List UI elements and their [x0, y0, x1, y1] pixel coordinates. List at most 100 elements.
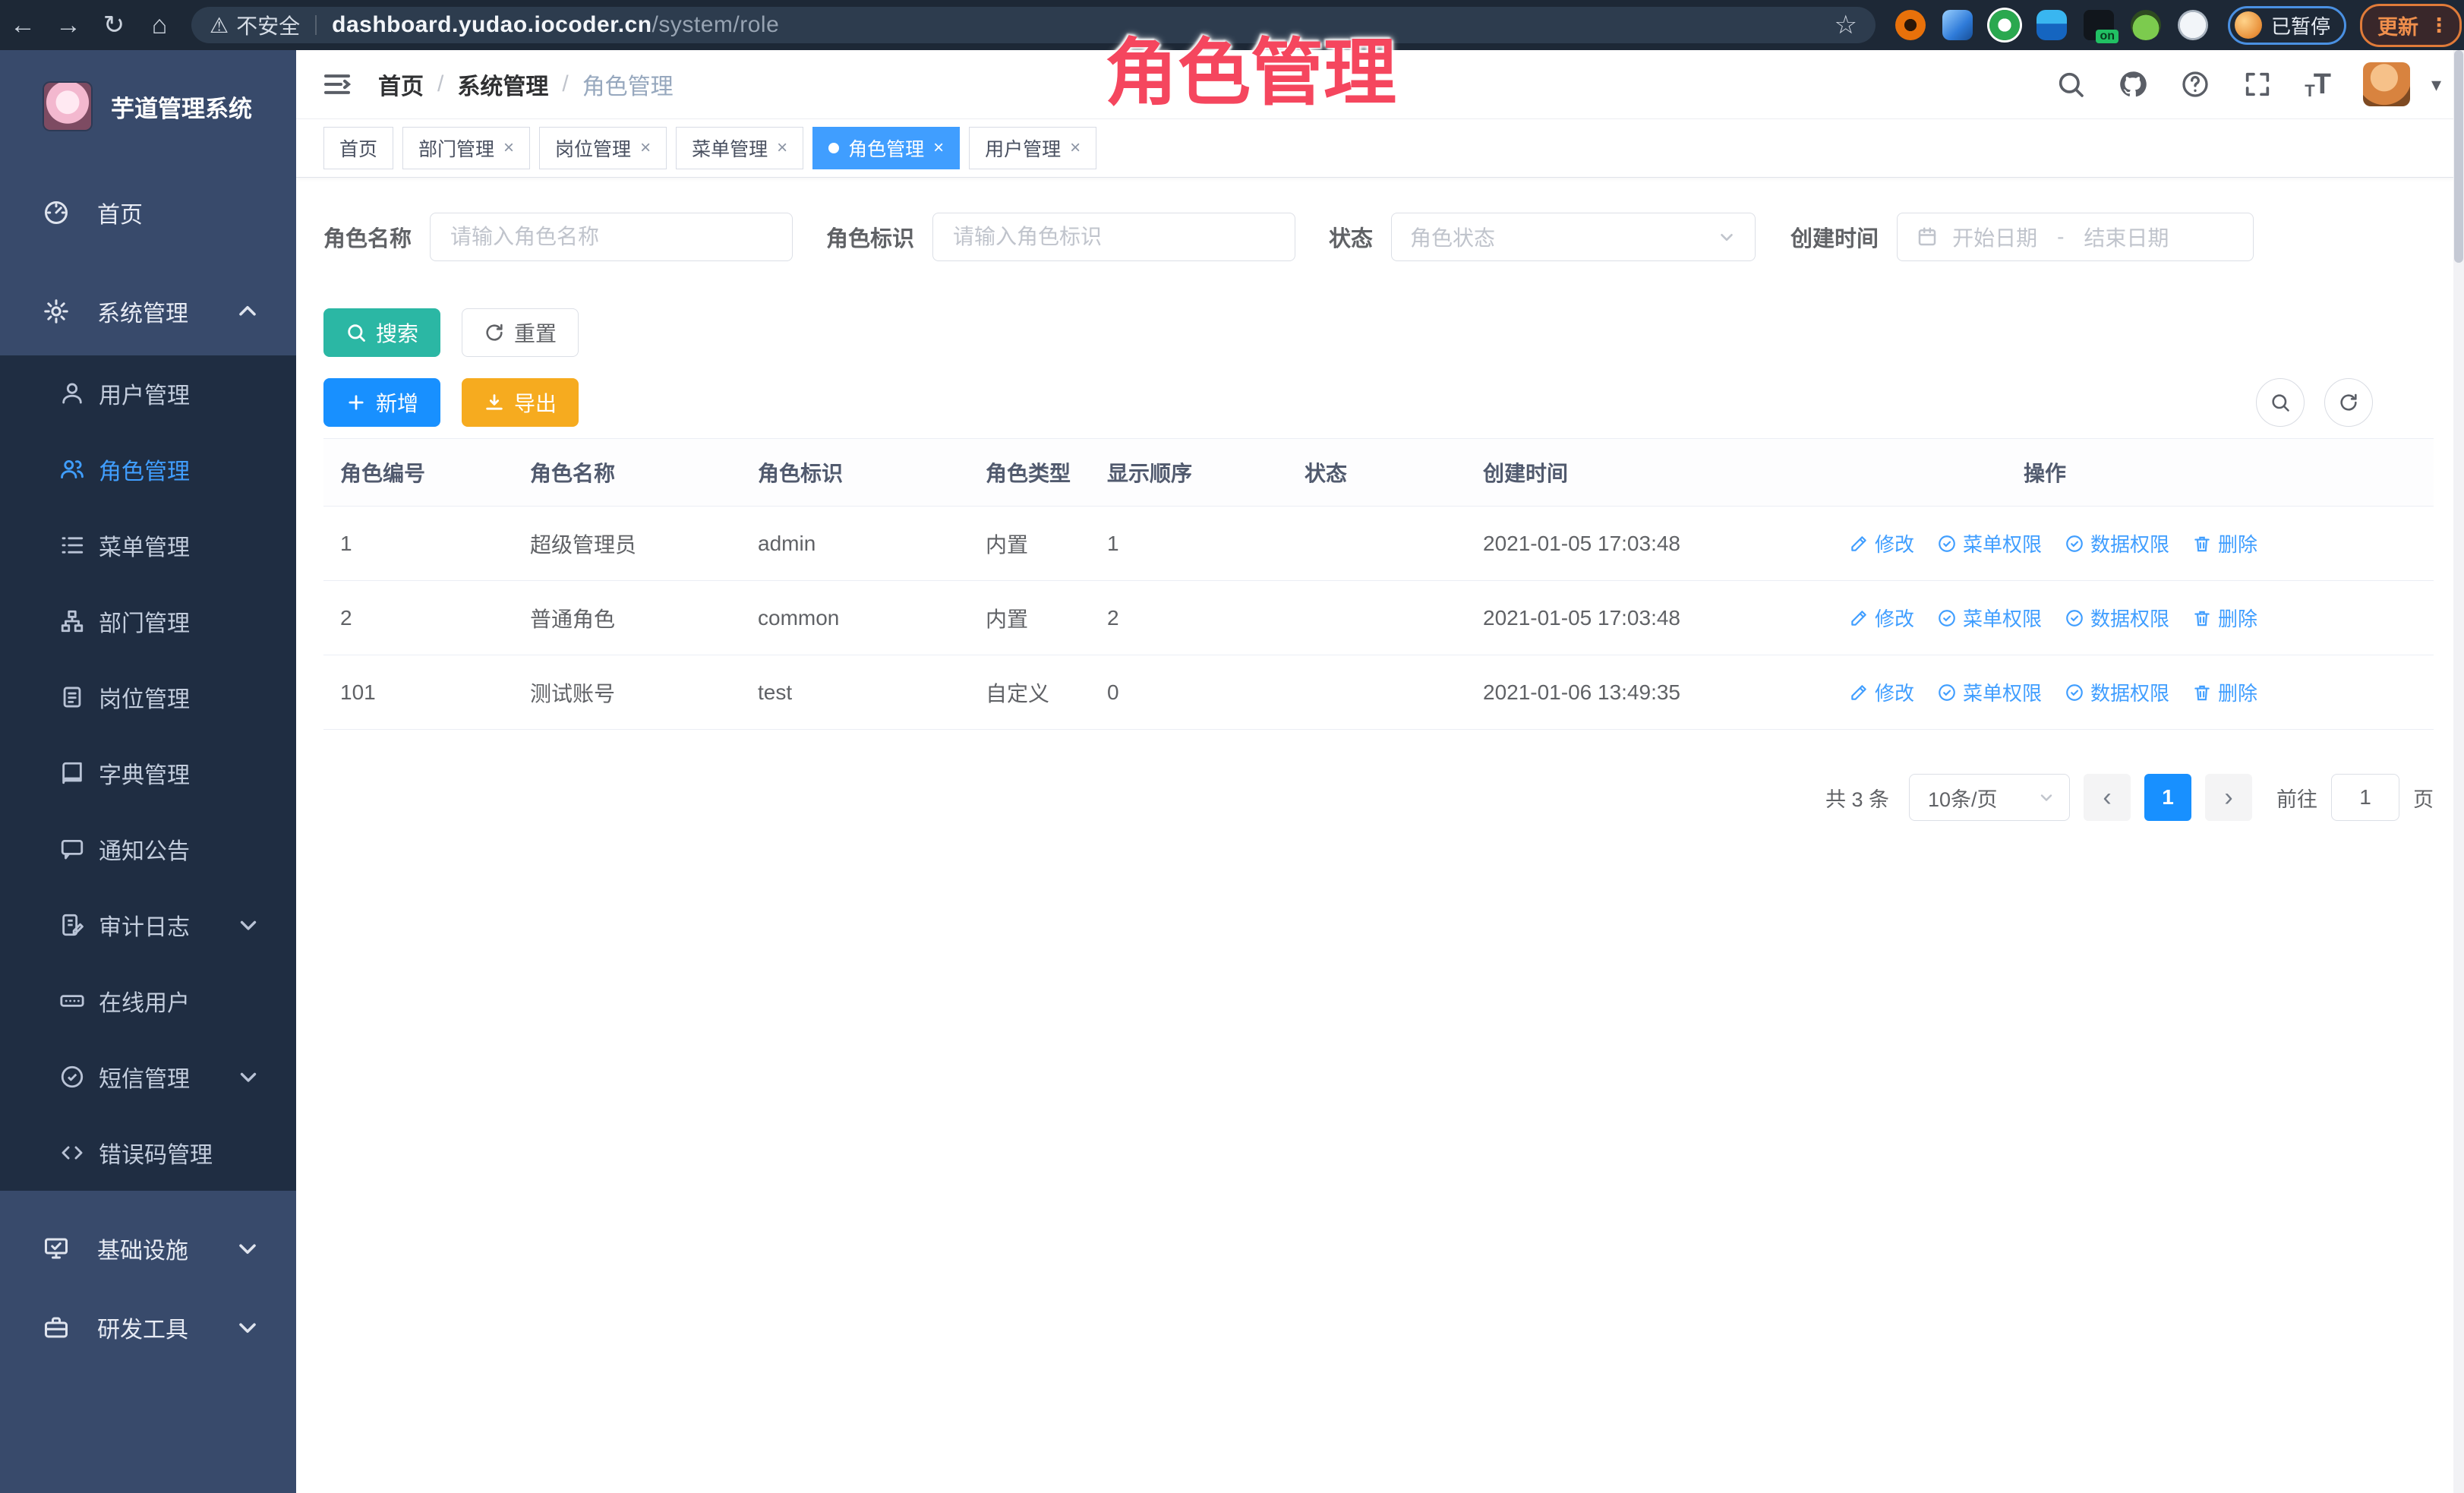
edit-link[interactable]: 修改 — [1849, 529, 1914, 557]
scrollbar-thumb[interactable] — [2454, 50, 2463, 263]
sidebar-item-users[interactable]: 用户管理 — [0, 355, 296, 431]
prev-page-button[interactable]: ‹ — [2084, 774, 2131, 821]
extension-orange-icon[interactable] — [1895, 10, 1926, 40]
status-select[interactable]: 角色状态 — [1391, 213, 1756, 261]
menu-permission-link[interactable]: 菜单权限 — [1937, 604, 2042, 632]
sidebar-item-posts[interactable]: 岗位管理 — [0, 659, 296, 735]
extension-green-check-icon[interactable] — [1989, 10, 2020, 40]
page-number-active[interactable]: 1 — [2144, 774, 2191, 821]
tag-users[interactable]: 用户管理× — [969, 127, 1096, 169]
page-scrollbar[interactable] — [2453, 50, 2464, 1493]
next-page-button[interactable]: › — [2205, 774, 2252, 821]
column-header: 角色类型 — [969, 457, 1090, 488]
goto-page-input[interactable] — [2331, 774, 2399, 821]
tag-menus[interactable]: 菜单管理× — [676, 127, 803, 169]
toggle-search-button[interactable] — [2256, 378, 2305, 427]
back-icon[interactable]: ← — [0, 11, 46, 40]
breadcrumb-section[interactable]: 系统管理 — [457, 68, 548, 101]
sidebar-item-system[interactable]: 系统管理 — [0, 272, 296, 351]
data-permission-label: 数据权限 — [2090, 529, 2169, 557]
search-button[interactable]: 搜索 — [323, 308, 440, 357]
extension-tampermonkey-icon[interactable]: on — [2084, 10, 2114, 40]
chevron-down-icon — [235, 912, 261, 938]
tag-roles-active[interactable]: 角色管理× — [812, 127, 960, 169]
close-icon[interactable]: × — [503, 137, 514, 159]
sidebar-item-online-users[interactable]: 在线用户 — [0, 963, 296, 1039]
sidebar-item-dev-tools[interactable]: 研发工具 — [0, 1288, 296, 1367]
role-key-input[interactable] — [932, 213, 1295, 261]
close-icon[interactable]: × — [1070, 137, 1081, 159]
active-dot — [828, 143, 839, 153]
security-warning[interactable]: ⚠ 不安全 — [210, 10, 300, 40]
caret-down-icon[interactable]: ▾ — [2431, 73, 2441, 96]
extension-sprout-icon[interactable] — [2131, 10, 2161, 40]
delete-link[interactable]: 删除 — [2192, 604, 2257, 632]
sidebar-item-departments[interactable]: 部门管理 — [0, 583, 296, 659]
role-name-field[interactable] — [449, 224, 774, 250]
delete-link[interactable]: 删除 — [2192, 529, 2257, 557]
close-icon[interactable]: × — [933, 137, 944, 159]
sidebar-item-roles[interactable]: 角色管理 — [0, 431, 296, 507]
menu-permission-link[interactable]: 菜单权限 — [1937, 678, 2042, 706]
extension-gem-icon[interactable] — [1942, 10, 1973, 40]
divider — [315, 15, 317, 35]
sidebar-item-menus[interactable]: 菜单管理 — [0, 507, 296, 583]
column-header: 角色名称 — [513, 457, 741, 488]
browser-menu-icon[interactable]: ⋮ — [2429, 14, 2449, 37]
sidebar-item-home[interactable]: 首页 — [0, 173, 296, 252]
sidebar-item-dictionary[interactable]: 字典管理 — [0, 735, 296, 811]
refresh-table-button[interactable] — [2324, 378, 2373, 427]
search-icon[interactable] — [2055, 69, 2086, 99]
data-permission-link[interactable]: 数据权限 — [2065, 604, 2169, 632]
close-icon[interactable]: × — [777, 137, 787, 159]
extensions-puzzle-icon[interactable] — [2178, 10, 2208, 40]
browser-update-button[interactable]: 更新 ⋮ — [2360, 4, 2462, 47]
bookmark-star-icon[interactable]: ☆ — [1835, 10, 1857, 40]
sidebar-item-notices[interactable]: 通知公告 — [0, 811, 296, 887]
sidebar-item-infrastructure[interactable]: 基础设施 — [0, 1209, 296, 1288]
forward-icon[interactable]: → — [46, 11, 91, 40]
page-size-select[interactable]: 10条/页 — [1909, 774, 2070, 821]
breadcrumb-home[interactable]: 首页 — [378, 68, 424, 101]
edit-link[interactable]: 修改 — [1849, 604, 1914, 632]
reset-button[interactable]: 重置 — [462, 308, 579, 357]
sidebar-item-sms[interactable]: 短信管理 — [0, 1039, 296, 1115]
tag-departments[interactable]: 部门管理× — [402, 127, 530, 169]
data-permission-link[interactable]: 数据权限 — [2065, 529, 2169, 557]
reload-icon[interactable]: ↻ — [91, 10, 137, 40]
github-icon[interactable] — [2118, 69, 2148, 99]
date-range-picker[interactable]: 开始日期 - 结束日期 — [1897, 213, 2254, 261]
user-avatar[interactable] — [2363, 62, 2410, 106]
data-permission-link[interactable]: 数据权限 — [2065, 678, 2169, 706]
gear-icon — [43, 298, 70, 325]
sidebar-item-label: 通知公告 — [99, 832, 296, 866]
sidebar-item-audit-log[interactable]: 审计日志 — [0, 887, 296, 963]
role-name-input[interactable] — [430, 213, 793, 261]
breadcrumb-separator: / — [562, 71, 568, 97]
fullscreen-icon[interactable] — [2242, 69, 2273, 99]
shield-check-icon — [59, 1064, 85, 1090]
hamburger-icon[interactable] — [322, 69, 352, 99]
profile-paused-chip[interactable]: 已暂停 — [2228, 6, 2346, 45]
address-bar[interactable]: ⚠ 不安全 dashboard.yudao.iocoder.cn/system/… — [191, 7, 1876, 43]
font-size-icon[interactable]: TT — [2305, 70, 2331, 99]
tag-posts[interactable]: 岗位管理× — [539, 127, 667, 169]
goto-page-field[interactable] — [2341, 784, 2390, 810]
role-id: 1 — [323, 532, 513, 556]
sidebar-item-label: 角色管理 — [99, 453, 296, 486]
export-button[interactable]: 导出 — [462, 378, 579, 427]
sidebar-logo[interactable]: 芋道管理系统 — [0, 50, 296, 143]
add-button[interactable]: 新增 — [323, 378, 440, 427]
close-icon[interactable]: × — [640, 137, 651, 159]
home-icon[interactable]: ⌂ — [137, 11, 182, 40]
update-label: 更新 — [2377, 11, 2418, 40]
delete-link[interactable]: 删除 — [2192, 678, 2257, 706]
sidebar-item-error-codes[interactable]: 错误码管理 — [0, 1115, 296, 1191]
extension-blue-cluster-icon[interactable] — [2037, 10, 2067, 40]
toggle-knob — [1277, 621, 1301, 645]
tag-home[interactable]: 首页 — [323, 127, 393, 169]
menu-permission-link[interactable]: 菜单权限 — [1937, 529, 2042, 557]
role-key-field[interactable] — [951, 224, 1276, 250]
help-icon[interactable] — [2180, 69, 2210, 99]
edit-link[interactable]: 修改 — [1849, 678, 1914, 706]
